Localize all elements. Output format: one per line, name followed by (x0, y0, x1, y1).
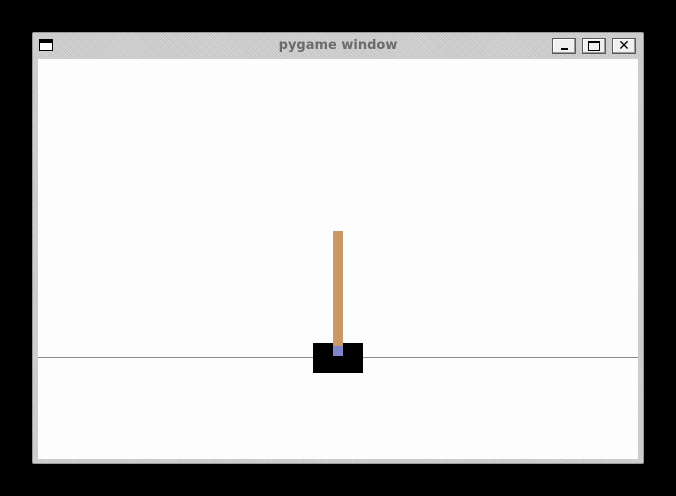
minimize-button[interactable] (552, 38, 576, 54)
close-button[interactable]: ✕ (612, 38, 636, 54)
game-canvas[interactable] (38, 59, 638, 459)
pygame-window: pygame window ✕ (32, 32, 644, 464)
pole (333, 231, 343, 352)
minimize-icon (561, 48, 568, 50)
close-icon: ✕ (618, 38, 630, 54)
maximize-button[interactable] (582, 38, 606, 54)
maximize-icon (588, 41, 600, 51)
title-bar[interactable]: pygame window ✕ (33, 33, 643, 59)
axle (333, 346, 343, 356)
